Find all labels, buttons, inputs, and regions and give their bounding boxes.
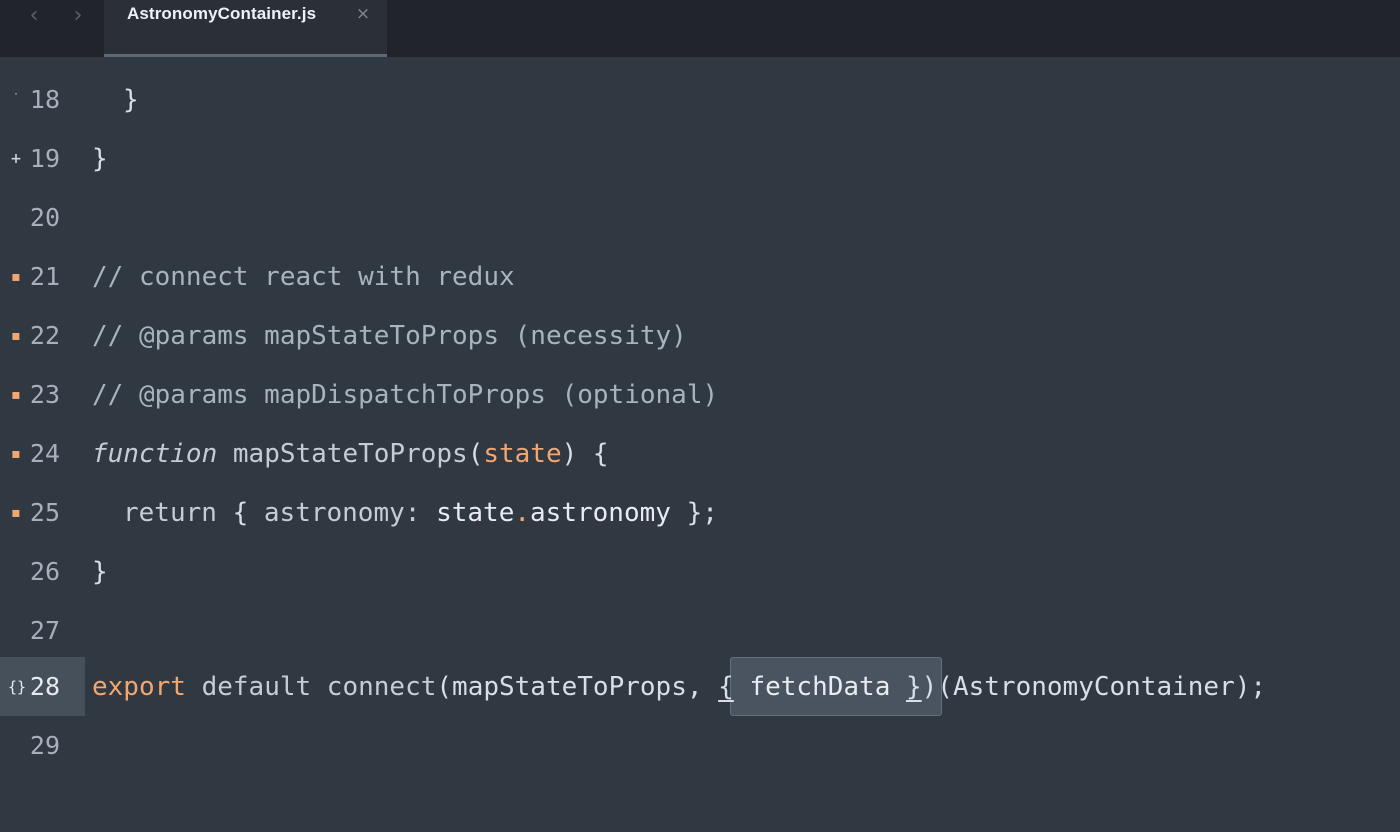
- code-line-23[interactable]: ▪ 23 // @params mapDispatchToProps (opti…: [0, 365, 1400, 424]
- code-line-20[interactable]: 20: [0, 188, 1400, 247]
- function-call: connect: [311, 672, 437, 702]
- closing-brace: }: [92, 144, 108, 174]
- code-line-22[interactable]: ▪ 22 // @params mapStateToProps (necessi…: [0, 306, 1400, 365]
- dot-operator: .: [514, 498, 531, 528]
- gutter: 29: [0, 716, 85, 775]
- paren-close: ) {: [561, 439, 609, 469]
- line-number: 18: [29, 85, 60, 114]
- gutter: ▪ 21: [0, 247, 85, 306]
- gutter: ▪ 22: [0, 306, 85, 365]
- code-line-27[interactable]: 27: [0, 601, 1400, 660]
- added-marker-icon: +: [10, 151, 22, 167]
- gutter: 27: [0, 601, 85, 660]
- keyword-function: function: [92, 439, 218, 469]
- gutter: ▪ 24: [0, 424, 85, 483]
- code-line-28[interactable]: {} 28 export default connect(mapStateToP…: [0, 657, 1400, 716]
- parameter: state: [483, 439, 562, 469]
- property: astronomy: [530, 498, 671, 528]
- modified-marker-icon: ▪: [11, 505, 21, 521]
- forward-arrow-icon[interactable]: ›: [66, 2, 90, 30]
- tab-astronomy-container[interactable]: AstronomyContainer.js ×: [104, 0, 387, 57]
- modified-marker-icon: ▪: [11, 328, 21, 344]
- keyword-default: default: [185, 672, 312, 702]
- code-line-19[interactable]: + 19 }: [0, 129, 1400, 188]
- back-arrow-icon[interactable]: ‹: [22, 2, 46, 30]
- tab-bar: ‹ › AstronomyContainer.js ×: [0, 0, 1400, 57]
- identifier: fetchData: [733, 672, 906, 702]
- code-line-21[interactable]: ▪ 21 // connect react with redux: [0, 247, 1400, 306]
- code-comment: // @params mapStateToProps (necessity): [92, 321, 687, 351]
- brace-open: {: [216, 498, 264, 528]
- code-text: }: [92, 554, 108, 590]
- code-text: return { astronomy: state.astronomy };: [92, 495, 718, 531]
- gutter: 26: [0, 542, 85, 601]
- line-number: 20: [29, 203, 60, 232]
- function-name: mapStateToProps: [217, 439, 468, 469]
- object-key: astronomy:: [263, 498, 421, 528]
- arguments: (mapStateToProps,: [436, 672, 719, 702]
- close-icon[interactable]: ×: [354, 3, 372, 25]
- code-editor[interactable]: ˙ 18 } + 19 } 20 ▪ 21 // connect react w…: [0, 57, 1400, 832]
- identifier: state: [436, 498, 515, 528]
- call-rest: )(AstronomyContainer);: [921, 672, 1267, 702]
- line-number: 24: [29, 439, 60, 468]
- code-line-18[interactable]: ˙ 18 }: [0, 70, 1400, 129]
- tab-label: AstronomyContainer.js: [127, 4, 317, 23]
- line-number: 22: [29, 321, 60, 350]
- brace-close: };: [670, 498, 718, 528]
- gutter: ˙ 18: [0, 70, 85, 129]
- keyword-return: return: [123, 498, 217, 528]
- gutter: ▪ 23: [0, 365, 85, 424]
- code-line-25[interactable]: ▪ 25 return { astronomy: state.astronomy…: [0, 483, 1400, 542]
- gutter: + 19: [0, 129, 85, 188]
- code-line-24[interactable]: ▪ 24 function mapStateToProps(state) {: [0, 424, 1400, 483]
- line-number: 21: [29, 262, 60, 291]
- modified-marker-icon: ▪: [11, 387, 21, 403]
- code-text: function mapStateToProps(state) {: [92, 436, 609, 472]
- line-number: 25: [29, 498, 60, 527]
- line-number: 29: [29, 731, 60, 760]
- keyword-export: export: [92, 672, 186, 702]
- closing-brace: }: [92, 557, 108, 587]
- gutter-active-line: {} 28: [0, 657, 85, 716]
- modified-marker-icon: ▪: [11, 446, 21, 462]
- gutter: ▪ 25: [0, 483, 85, 542]
- code-text: export default connect(mapStateToProps, …: [92, 669, 1266, 705]
- closing-brace: }: [123, 85, 139, 115]
- modified-marker-icon: ˙: [12, 92, 20, 108]
- code-text: }: [92, 82, 139, 118]
- code-line-29[interactable]: 29: [0, 716, 1400, 775]
- code-text: }: [92, 141, 108, 177]
- paren-open: (: [467, 439, 484, 469]
- line-number: 19: [29, 144, 60, 173]
- code-comment: // @params mapDispatchToProps (optional): [92, 380, 719, 410]
- line-number: 26: [29, 557, 60, 586]
- gutter: 20: [0, 188, 85, 247]
- line-number: 28: [29, 672, 60, 701]
- modified-marker-icon: ▪: [11, 269, 21, 285]
- code-comment: // connect react with redux: [92, 262, 515, 292]
- matched-brace-open: {: [718, 672, 734, 702]
- line-number: 23: [29, 380, 60, 409]
- line-number: 27: [29, 616, 60, 645]
- matched-brace-close: }: [906, 672, 922, 702]
- code-line-26[interactable]: 26 }: [0, 542, 1400, 601]
